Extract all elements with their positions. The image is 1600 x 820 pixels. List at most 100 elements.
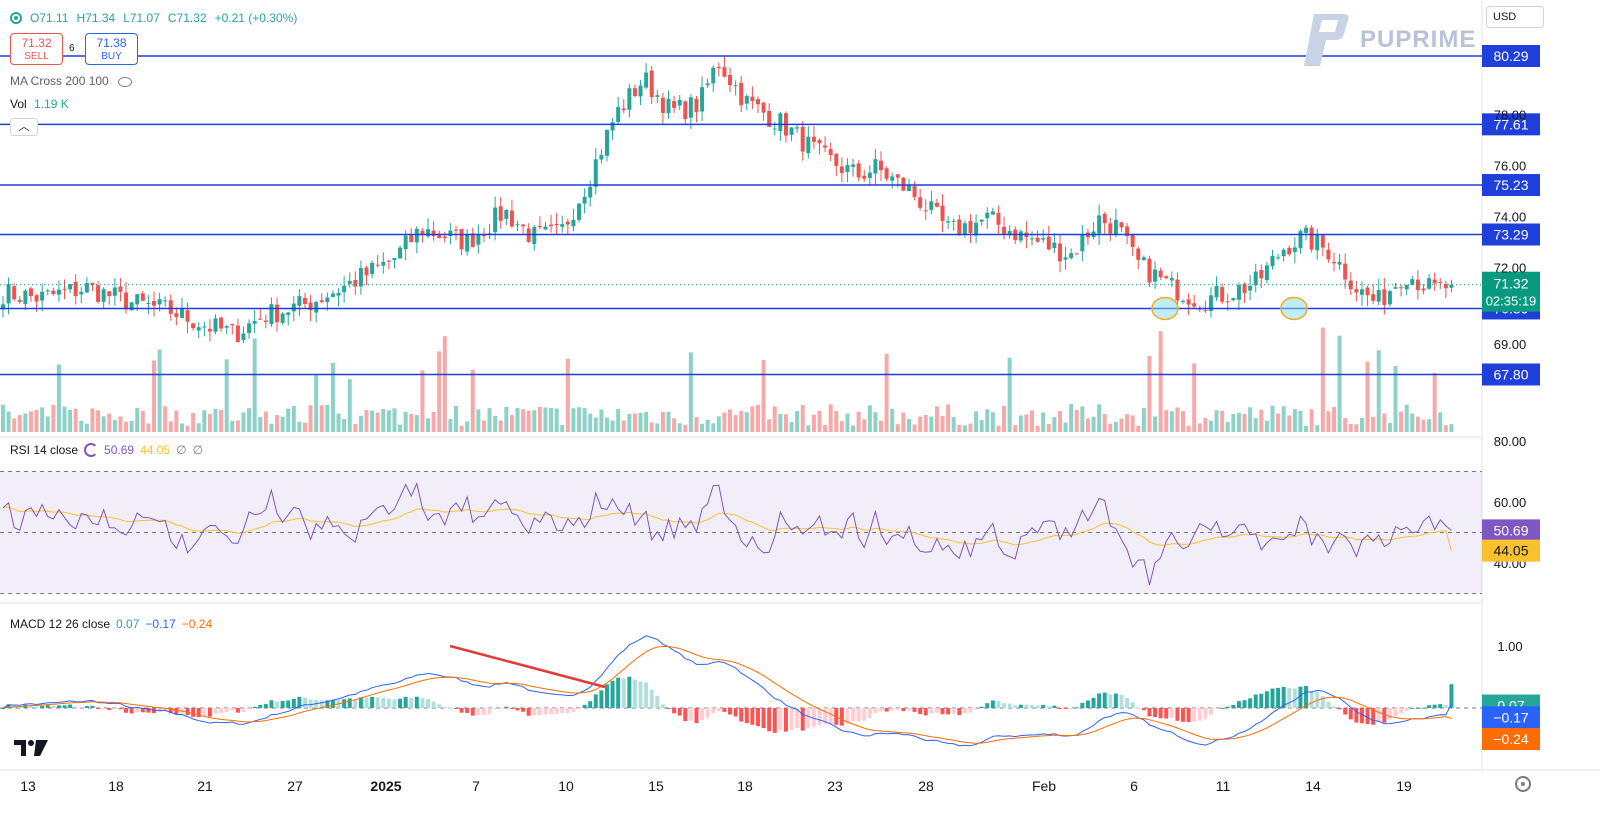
volume-bar <box>1225 422 1230 432</box>
volume-bar <box>319 405 324 432</box>
candle-body <box>632 88 637 96</box>
candle-body <box>1046 236 1051 250</box>
volume-bar <box>895 424 900 432</box>
ma-cross-indicator[interactable]: MA Cross 200 100 <box>10 74 133 88</box>
volume-bar <box>739 410 744 432</box>
candle-body <box>644 72 649 88</box>
settings-icon[interactable] <box>1515 776 1531 792</box>
tradingview-logo-icon[interactable] <box>14 738 48 758</box>
candle-body <box>968 221 973 234</box>
macd-histogram-bar <box>599 690 604 708</box>
volume-bar <box>40 407 45 432</box>
candle-body <box>1069 253 1074 259</box>
volume-bar <box>638 412 643 432</box>
macd-histogram-bar <box>929 708 934 714</box>
candle-body <box>45 290 50 292</box>
volume-bar <box>353 423 358 432</box>
volume-bar <box>532 410 537 432</box>
candle-body <box>856 163 861 178</box>
candle-body <box>1427 278 1432 289</box>
candle-body <box>196 327 201 331</box>
volume-bar <box>465 421 470 432</box>
candle-body <box>504 210 509 219</box>
candle-body <box>375 264 380 266</box>
candle-body <box>1063 257 1068 260</box>
candle-body <box>1371 294 1376 301</box>
chart-canvas[interactable]: 80.2977.6175.2373.2970.3967.8071.3202:35… <box>0 0 1600 820</box>
volume-bar <box>1141 407 1146 432</box>
candle-body <box>616 107 621 123</box>
level-tag-label: 67.80 <box>1493 366 1528 382</box>
macd-histogram-bar <box>1097 693 1102 708</box>
buy-button[interactable]: 71.38 BUY <box>85 33 138 65</box>
candle-body <box>1292 247 1297 253</box>
volume-bar <box>990 412 995 432</box>
volume-bar <box>599 409 604 432</box>
time-axis[interactable]: 13 18 21 27 2025 7 10 15 18 23 28 Feb 6 11 14 19 <box>20 778 1412 794</box>
macd-histogram-bar <box>1415 707 1420 709</box>
hidden-eye-icon[interactable] <box>118 76 133 87</box>
candle-body <box>364 267 369 276</box>
sell-button[interactable]: 71.32 SELL <box>10 33 63 65</box>
volume-bar <box>409 414 414 432</box>
macd-histogram-bar <box>1052 705 1057 708</box>
candle-body <box>985 212 990 219</box>
candle-body <box>330 293 335 297</box>
ohlc-change: +0.21 (+0.30%) <box>214 11 298 25</box>
time-tick: 2025 <box>370 778 401 794</box>
collapse-button[interactable]: ︿ <box>10 118 38 136</box>
candle-body <box>1320 235 1325 248</box>
candle-body <box>621 108 626 111</box>
volume-bar <box>1102 413 1107 432</box>
macd-histogram-bar <box>1125 697 1130 708</box>
macd-histogram-bar <box>442 706 447 708</box>
macd-histogram-bar <box>1443 704 1448 708</box>
volume-indicator[interactable]: Vol 1.19 K <box>10 97 69 111</box>
rsi-legend[interactable]: RSI 14 close 50.69 44.05 ∅ ∅ <box>10 443 203 457</box>
signal-legend-value: −0.17 <box>145 617 176 631</box>
volume-bar <box>269 423 274 432</box>
candle-body <box>694 98 699 113</box>
volume-bar <box>565 358 570 432</box>
candle-body <box>1231 297 1236 301</box>
level-tag-label: 73.29 <box>1493 227 1528 243</box>
price-axis[interactable]: 80.2977.6175.2373.2970.3967.8071.3202:35… <box>1482 45 1540 750</box>
volume-bar <box>1074 410 1079 432</box>
candle-body <box>839 166 844 173</box>
volume-bar <box>1153 416 1158 432</box>
volume-bar <box>627 413 632 432</box>
volume-bar <box>398 424 403 432</box>
volume-bar <box>823 424 828 432</box>
macd-legend[interactable]: MACD 12 26 close 0.07 −0.17 −0.24 <box>10 617 212 631</box>
volume-bar <box>129 420 134 432</box>
time-tick: 23 <box>827 778 843 794</box>
candle-body <box>381 261 386 266</box>
macd-histogram-bar <box>1130 702 1135 708</box>
macd-histogram-bar <box>426 698 431 708</box>
volume-bar <box>906 419 911 432</box>
macd-histogram-bar <box>34 706 39 708</box>
candle-body <box>728 74 733 86</box>
macd-histogram-bar <box>1030 705 1035 708</box>
candle-body <box>1035 237 1040 242</box>
candle-body <box>895 174 900 178</box>
candle-body <box>1164 276 1169 279</box>
candle-body <box>146 302 151 304</box>
macd-histogram-bar <box>1225 706 1230 708</box>
volume-bar <box>437 351 442 432</box>
volume-bar <box>1309 409 1314 432</box>
volume-bar <box>1085 418 1090 432</box>
time-tick: 18 <box>108 778 124 794</box>
currency-button[interactable]: USD <box>1486 6 1544 28</box>
volume-bar <box>677 423 682 432</box>
candle-body <box>1158 270 1163 278</box>
macd-histogram-bar <box>912 708 917 712</box>
macd-histogram-bar <box>1248 698 1253 708</box>
macd-histogram-bar <box>750 708 755 725</box>
macd-histogram-bar <box>1236 701 1241 708</box>
price-tick: 69.00 <box>1494 337 1527 352</box>
candle-body <box>107 291 112 297</box>
macd-histogram-bar <box>453 708 458 709</box>
candle-body <box>565 221 570 225</box>
macd-histogram-bar <box>828 708 833 724</box>
